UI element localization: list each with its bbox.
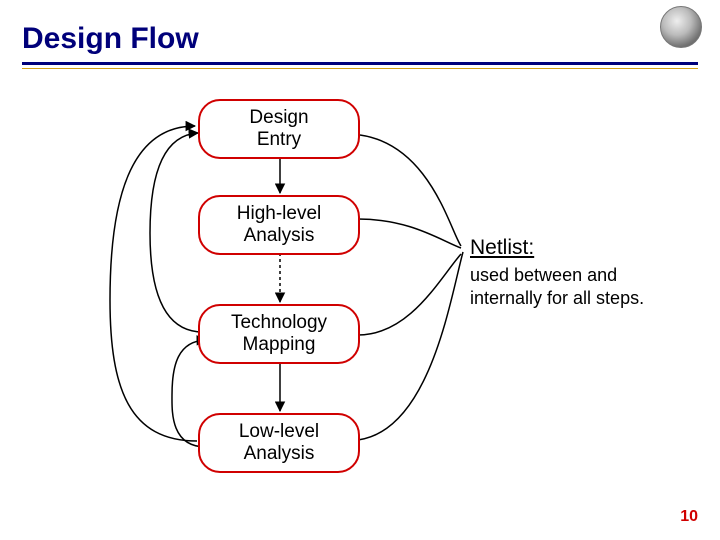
node-label: Design Entry bbox=[249, 107, 308, 151]
annotation-title: Netlist: bbox=[470, 236, 534, 260]
node-label: Technology Mapping bbox=[231, 312, 327, 356]
annotation-body: used between and internally for all step… bbox=[470, 264, 690, 309]
node-label: Low-level Analysis bbox=[239, 421, 319, 465]
node-design-entry: Design Entry bbox=[198, 99, 360, 159]
node-label: High-level Analysis bbox=[237, 203, 321, 247]
node-technology-mapping: Technology Mapping bbox=[198, 304, 360, 364]
title-underline-thick bbox=[22, 62, 698, 65]
node-low-level-analysis: Low-level Analysis bbox=[198, 413, 360, 473]
title-underline-thin bbox=[22, 68, 698, 69]
slide-title: Design Flow bbox=[22, 22, 199, 56]
page-number: 10 bbox=[680, 508, 698, 526]
corner-logo bbox=[660, 6, 702, 48]
node-high-level-analysis: High-level Analysis bbox=[198, 195, 360, 255]
